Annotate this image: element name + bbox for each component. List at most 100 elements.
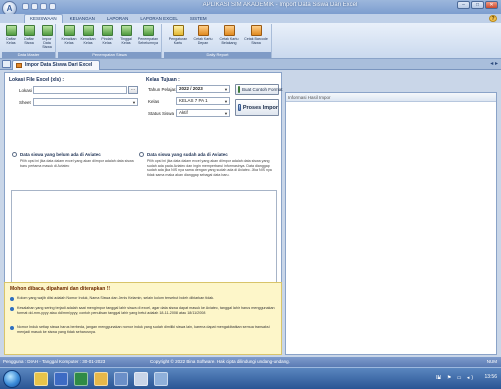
option-existing-students-desc: Pilih opsi ini jika data dalam excel yan… — [147, 159, 272, 177]
notice-title: Mohon dibaca, dipahami dan diterapkan !! — [10, 286, 111, 292]
proses-impor-button[interactable]: Proses Impor — [235, 99, 279, 116]
previous-placement-icon — [142, 25, 154, 36]
title-bar: A APLIKASI SIM AKADEMIK - Import Data Si… — [0, 0, 501, 16]
pindah-kelas-button[interactable]: Pindah Kelas — [98, 25, 116, 45]
class-list-icon — [5, 25, 17, 36]
help-icon[interactable]: ? — [489, 15, 497, 22]
app-icon[interactable] — [134, 372, 148, 386]
kelas-label: Kelas — [148, 99, 160, 104]
group-title-penempatan: Penempatan Siswa — [58, 52, 161, 58]
redo-icon[interactable] — [40, 3, 47, 10]
move-class-icon — [101, 25, 113, 36]
class-promotion-icon — [63, 25, 75, 36]
group-title-daily-report: Daily Report — [164, 52, 271, 58]
status-siswa-label: Status Siswa — [148, 111, 175, 116]
ribbon-group-data-master: Daftar Kelas Daftar Siswa Impor Data Sis… — [2, 24, 56, 58]
kenaikan-kelas-button[interactable]: Kenaikan Kelas — [60, 25, 78, 45]
dropdown-icon[interactable] — [49, 3, 56, 10]
info-bullet-icon — [10, 297, 14, 301]
chrome-icon[interactable] — [34, 372, 48, 386]
notice-box: Mohon dibaca, dipahami dan diterapkan !!… — [4, 282, 282, 355]
status-user-date: Pengguna : DIAH - Tanggal Komputer : 30-… — [3, 359, 106, 364]
buat-contoh-format-button[interactable]: Buat Contoh Format — [235, 84, 283, 95]
ribbon-group-penempatan: Kenaikan Kelas Kenaikan Kelas Pindah Kel… — [58, 24, 162, 58]
tab-keuangan[interactable]: KEUANGAN — [65, 15, 100, 23]
import-result-panel: Informasi Hasil Impor — [285, 92, 497, 355]
ribbon: Daftar Kelas Daftar Siswa Impor Data Sis… — [0, 23, 501, 59]
chevron-down-icon: ▼ — [224, 99, 228, 104]
sheet-select[interactable]: ▼ — [33, 98, 138, 106]
info-bullet-icon — [10, 307, 14, 311]
process-import-icon — [238, 104, 241, 111]
kenaikan-kelas-2-button[interactable]: Kenaikan Kelas — [79, 25, 97, 45]
cetak-kartu-belakang-button[interactable]: Cetak Kartu Belakang — [217, 25, 241, 45]
maximize-button[interactable]: □ — [471, 1, 484, 9]
option-existing-students-radio[interactable] — [139, 152, 144, 157]
option-new-students-radio[interactable] — [12, 152, 17, 157]
tab-laporan-excel[interactable]: LAPORAN EXCEL — [135, 15, 183, 23]
excel-import-icon — [41, 25, 53, 36]
excel-icon — [238, 86, 240, 93]
tab-sistem[interactable]: SISTEM — [185, 15, 212, 23]
system-tray[interactable]: ▲ ⚑ ▭ ◂) — [437, 375, 476, 381]
cetak-kartu-depan-button[interactable]: Cetak Kartu Depan — [192, 25, 214, 45]
class-promotion-2-icon — [82, 25, 94, 36]
status-copyright: Copyright © 2022 Bina Software. Hak cipt… — [150, 359, 290, 364]
chevron-down-icon: ▼ — [132, 100, 136, 105]
impor-data-siswa-button[interactable]: Impor Data Siswa — [39, 25, 55, 49]
notice-item: Kesalahan yang sering terjadi adalah saa… — [10, 306, 278, 316]
status-siswa-select[interactable]: Aktif ▼ — [176, 109, 230, 117]
ribbon-tab-bar: KESISWAAN KEUANGAN LAPORAN LAPORAN EXCEL… — [0, 14, 501, 23]
tab-kesiswaan[interactable]: KESISWAAN — [24, 14, 63, 23]
kelas-tujuan-header: Kelas Tujuan : — [146, 77, 180, 83]
tab-impor-data-siswa[interactable]: Impor Data Siswa Dari Excel — [12, 60, 101, 70]
kelas-select[interactable]: KELAS 7 PA 1 ▼ — [176, 97, 230, 105]
word-icon[interactable] — [54, 372, 68, 386]
penempatan-sebelumnya-button[interactable]: Penempatan Sebelumnya — [136, 25, 160, 45]
start-button[interactable] — [3, 370, 21, 388]
import-result-header: Informasi Hasil Impor — [286, 93, 496, 102]
ribbon-group-daily-report: Pengaturan Kartu Cetak Kartu Depan Cetak… — [164, 24, 272, 58]
option-new-students-title[interactable]: Data siswa yang belum ada di Aviatec — [20, 152, 101, 157]
chevron-down-icon: ▼ — [224, 87, 228, 92]
tab-scroll-arrows[interactable]: ◂ ▸ — [490, 60, 498, 67]
cetak-barcode-siswa-button[interactable]: Cetak Barcode Siswa — [244, 25, 268, 45]
home-tab-icon[interactable] — [2, 60, 11, 68]
chevron-down-icon: ▼ — [224, 111, 228, 116]
card-settings-icon — [172, 25, 184, 36]
media-icon[interactable] — [114, 372, 128, 386]
sheet-label: Sheet — [19, 100, 31, 105]
save-icon[interactable] — [22, 3, 29, 10]
app-icon-2[interactable] — [154, 372, 168, 386]
notice-item: Nomor Induk setiap siswa harus berbeda, … — [10, 325, 278, 335]
status-bar: Pengguna : DIAH - Tanggal Komputer : 30-… — [0, 357, 501, 367]
stay-class-icon — [120, 25, 132, 36]
notice-item: Kolom yang wajib diisi adalah Nomor Indu… — [10, 296, 278, 301]
option-existing-students-title[interactable]: Data siswa yang sudah ada di Aviatec — [147, 152, 228, 157]
student-list-icon — [23, 25, 35, 36]
quick-access-toolbar — [22, 3, 56, 10]
folder-icon[interactable] — [94, 372, 108, 386]
tab-laporan[interactable]: LAPORAN — [102, 15, 134, 23]
undo-icon[interactable] — [31, 3, 38, 10]
browse-button[interactable]: ... — [128, 86, 138, 94]
window-title: APLIKASI SIM AKADEMIK - Import Data Sisw… — [202, 2, 358, 8]
group-title-data-master: Data Master — [2, 52, 55, 58]
excel-icon[interactable] — [74, 372, 88, 386]
lokasi-file-header: Lokasi File Excel (xls) : — [9, 77, 65, 83]
import-tab-icon — [16, 63, 22, 68]
info-bullet-icon — [10, 326, 14, 330]
clock[interactable]: 13:56 — [484, 374, 497, 380]
status-num: NUM — [486, 359, 497, 364]
daftar-siswa-button[interactable]: Daftar Siswa — [21, 25, 37, 45]
minimize-button[interactable]: – — [457, 1, 470, 9]
close-button[interactable]: ✕ — [485, 1, 498, 9]
lokasi-input[interactable] — [33, 86, 127, 94]
option-new-students-desc: Pilih opsi ini jika data dalam excel yan… — [20, 159, 134, 168]
daftar-kelas-button[interactable]: Daftar Kelas — [3, 25, 19, 45]
pengaturan-kartu-button[interactable]: Pengaturan Kartu — [167, 25, 189, 45]
print-card-back-icon — [223, 25, 235, 36]
tinggal-kelas-button[interactable]: Tinggal Kelas — [117, 25, 135, 45]
taskbar: IN ▲ ⚑ ▭ ◂) 13:56 — [0, 367, 501, 389]
tahun-pelajaran-select[interactable]: 2022 / 2023 ▼ — [176, 85, 230, 93]
